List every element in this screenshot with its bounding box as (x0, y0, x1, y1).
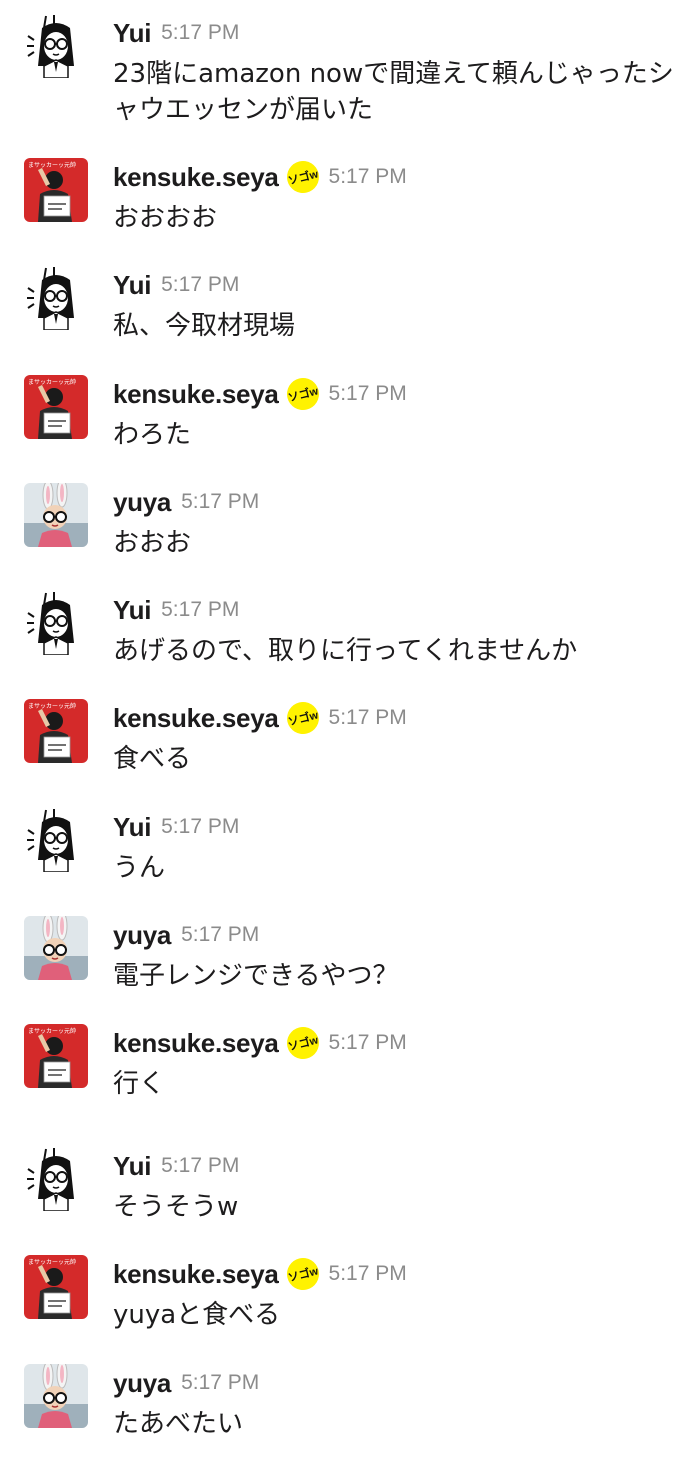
timestamp[interactable]: 5:17 PM (161, 815, 239, 839)
message-header: Yui 5:17 PM (113, 812, 239, 842)
message-header: Yui 5:17 PM (113, 270, 239, 300)
status-emoji-badge: ソゴw (283, 1254, 322, 1294)
message-header: Yui 5:17 PM (113, 18, 239, 48)
message-header: kensuke.seya ソゴw 5:17 PM (113, 374, 407, 414)
timestamp[interactable]: 5:17 PM (329, 1031, 407, 1055)
timestamp[interactable]: 5:17 PM (181, 490, 259, 514)
svg-text:まサッカーッ元帥: まサッカーッ元帥 (28, 1027, 76, 1035)
avatar[interactable] (24, 591, 88, 655)
message-header: Yui 5:17 PM (113, 595, 239, 625)
avatar[interactable] (24, 483, 88, 547)
username[interactable]: kensuke.seya (113, 379, 279, 410)
message-text: yuyaと食べる (113, 1300, 281, 1330)
svg-text:まサッカーッ元帥: まサッカーッ元帥 (28, 1258, 76, 1266)
username[interactable]: Yui (113, 270, 151, 301)
message-text: 電子レンジできるやつ？ (113, 961, 399, 991)
avatar[interactable]: まサッカーッ元帥 (24, 1255, 88, 1319)
avatar[interactable]: まサッカーッ元帥 (24, 158, 88, 222)
svg-text:まサッカーッ元帥: まサッカーッ元帥 (28, 161, 76, 169)
message-text: たあべたい (113, 1409, 244, 1439)
username[interactable]: kensuke.seya (113, 162, 279, 193)
svg-text:まサッカーッ元帥: まサッカーッ元帥 (28, 378, 76, 386)
message-text: 食べる (113, 744, 192, 774)
message-text: そうそうw (113, 1192, 239, 1222)
username[interactable]: Yui (113, 595, 151, 626)
avatar[interactable]: まサッカーッ元帥 (24, 375, 88, 439)
avatar[interactable]: まサッカーッ元帥 (24, 699, 88, 763)
username[interactable]: yuya (113, 1368, 171, 1399)
timestamp[interactable]: 5:17 PM (161, 598, 239, 622)
timestamp[interactable]: 5:17 PM (161, 1154, 239, 1178)
username[interactable]: kensuke.seya (113, 1259, 279, 1290)
message-header: kensuke.seya ソゴw 5:17 PM (113, 1023, 407, 1063)
message-header: yuya 5:17 PM (113, 487, 259, 517)
avatar[interactable] (24, 1364, 88, 1428)
status-emoji-badge: ソゴw (283, 157, 322, 197)
timestamp[interactable]: 5:17 PM (181, 1371, 259, 1395)
message-header: yuya 5:17 PM (113, 920, 259, 950)
message-text: 23階にamazon nowで間違えて頼んじゃったシャウエッセンが届いた (113, 59, 674, 125)
message-header: Yui 5:17 PM (113, 1151, 239, 1181)
username[interactable]: kensuke.seya (113, 1028, 279, 1059)
message-text: あげるので、取りに行ってくれませんか (113, 636, 578, 666)
timestamp[interactable]: 5:17 PM (161, 21, 239, 45)
avatar[interactable] (24, 916, 88, 980)
username[interactable]: Yui (113, 18, 151, 49)
avatar[interactable] (24, 808, 88, 872)
avatar[interactable] (24, 1147, 88, 1211)
avatar[interactable] (24, 266, 88, 330)
message-header: kensuke.seya ソゴw 5:17 PM (113, 698, 407, 738)
username[interactable]: yuya (113, 920, 171, 951)
status-emoji-badge: ソゴw (283, 374, 322, 414)
timestamp[interactable]: 5:17 PM (329, 1262, 407, 1286)
username[interactable]: Yui (113, 1151, 151, 1182)
message-text: おおおお (113, 203, 218, 233)
timestamp[interactable]: 5:17 PM (181, 923, 259, 947)
message-header: kensuke.seya ソゴw 5:17 PM (113, 157, 407, 197)
status-emoji-badge: ソゴw (283, 1023, 322, 1063)
avatar[interactable] (24, 14, 88, 78)
avatar[interactable]: まサッカーッ元帥 (24, 1024, 88, 1088)
message-text: うん (113, 853, 166, 883)
message-text: 私、今取材現場 (113, 311, 296, 341)
message-text: わろた (113, 420, 192, 450)
timestamp[interactable]: 5:17 PM (329, 382, 407, 406)
timestamp[interactable]: 5:17 PM (329, 706, 407, 730)
timestamp[interactable]: 5:17 PM (329, 165, 407, 189)
username[interactable]: kensuke.seya (113, 703, 279, 734)
svg-text:まサッカーッ元帥: まサッカーッ元帥 (28, 702, 76, 710)
timestamp[interactable]: 5:17 PM (161, 273, 239, 297)
message-header: kensuke.seya ソゴw 5:17 PM (113, 1254, 407, 1294)
message-text: おおお (113, 528, 192, 558)
username[interactable]: yuya (113, 487, 171, 518)
message-text: 行く (113, 1069, 166, 1099)
message-feed: Yui 5:17 PM 23階にamazon nowで間違えて頼んじゃったシャウ… (0, 0, 700, 1457)
status-emoji-badge: ソゴw (283, 698, 322, 738)
username[interactable]: Yui (113, 812, 151, 843)
message-header: yuya 5:17 PM (113, 1368, 259, 1398)
